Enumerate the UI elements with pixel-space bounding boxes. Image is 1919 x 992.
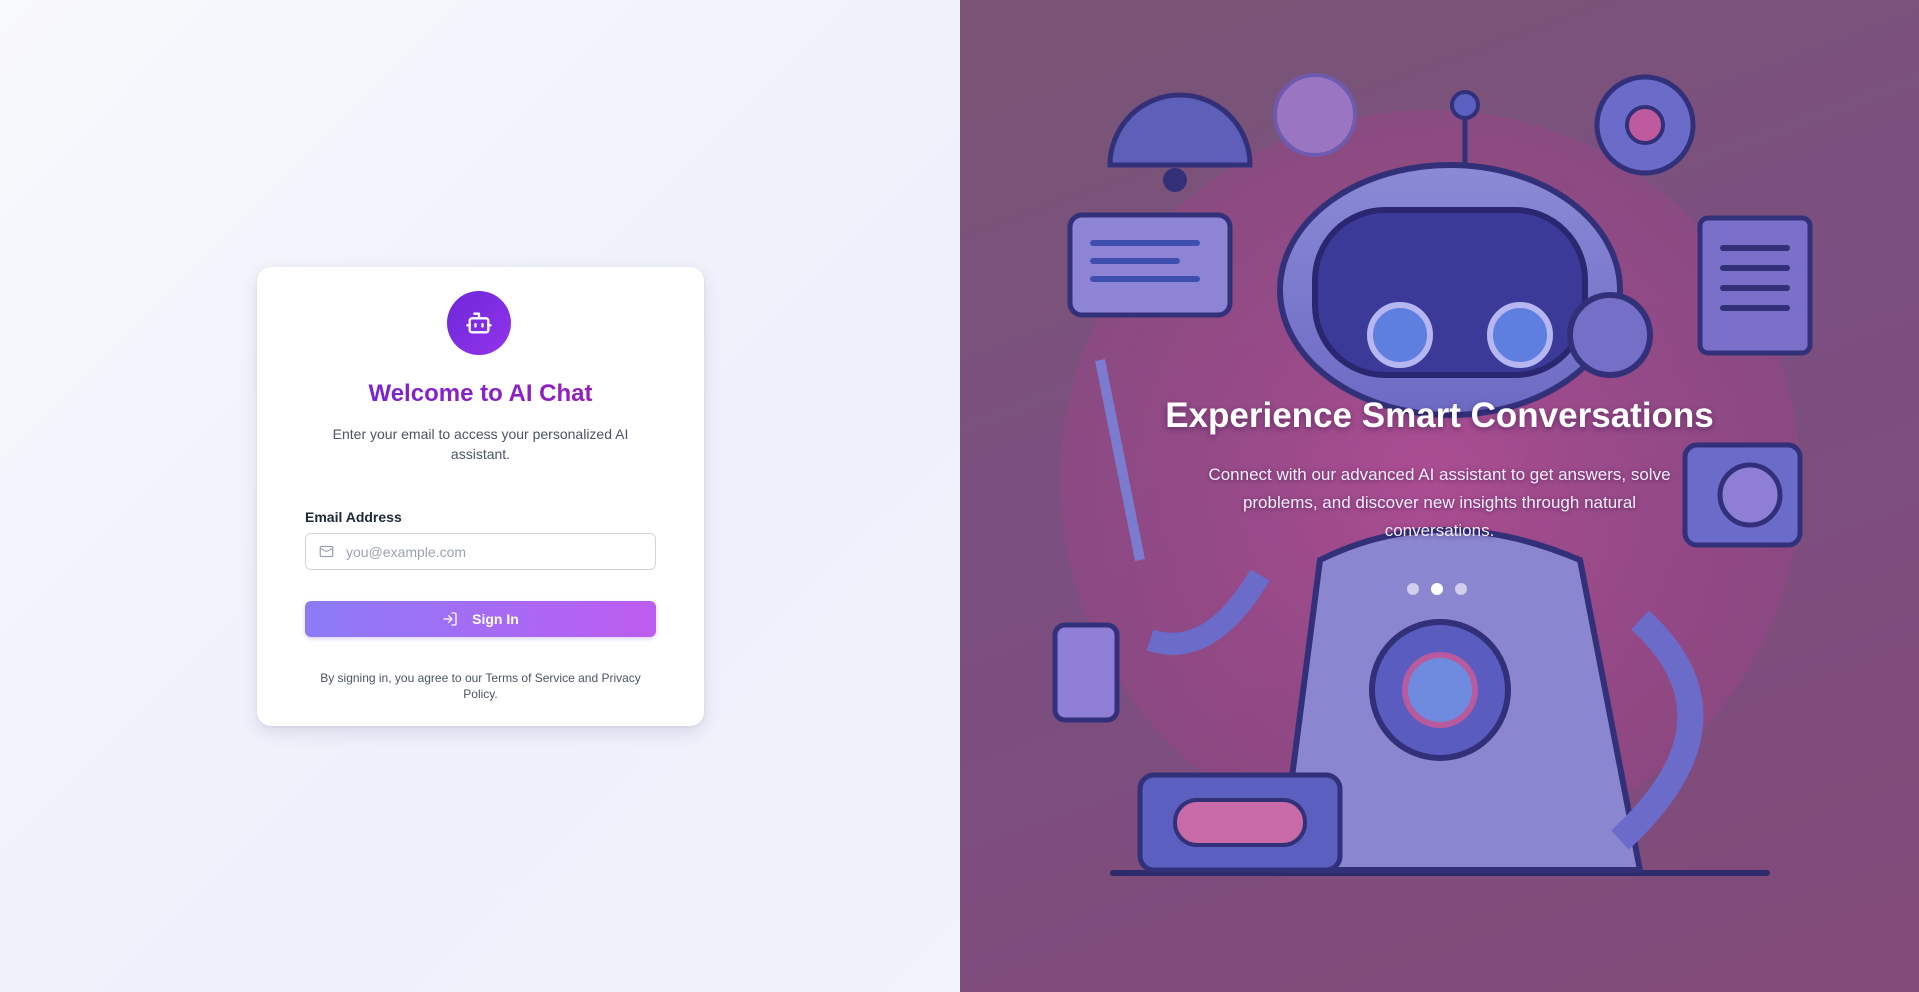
login-subtitle: Enter your email to access your personal… <box>332 426 629 462</box>
carousel-indicators <box>1407 583 1467 595</box>
log-in-icon <box>443 612 457 626</box>
hero-title: Experience Smart Conversations <box>1165 396 1714 435</box>
mail-icon <box>319 545 334 558</box>
carousel-dot[interactable] <box>1407 583 1419 595</box>
login-panel: Welcome to AI Chat Enter your email to a… <box>0 0 960 992</box>
login-card: Welcome to AI Chat Enter your email to a… <box>257 267 704 726</box>
email-field[interactable] <box>305 533 656 570</box>
email-input[interactable] <box>346 534 646 569</box>
app-logo <box>447 291 511 355</box>
hero-description: Connect with our advanced AI assistant t… <box>1208 465 1671 540</box>
terms-text: By signing in, you agree to our Terms of… <box>320 671 641 701</box>
carousel-dot-active[interactable] <box>1431 583 1443 595</box>
login-title: Welcome to AI Chat <box>257 380 704 408</box>
sign-in-label: Sign In <box>472 611 519 627</box>
carousel-dot[interactable] <box>1455 583 1467 595</box>
hero-panel: Experience Smart Conversations Connect w… <box>960 0 1919 992</box>
sign-in-button[interactable]: Sign In <box>305 601 656 637</box>
bot-icon <box>466 312 492 334</box>
email-label: Email Address <box>305 509 402 525</box>
